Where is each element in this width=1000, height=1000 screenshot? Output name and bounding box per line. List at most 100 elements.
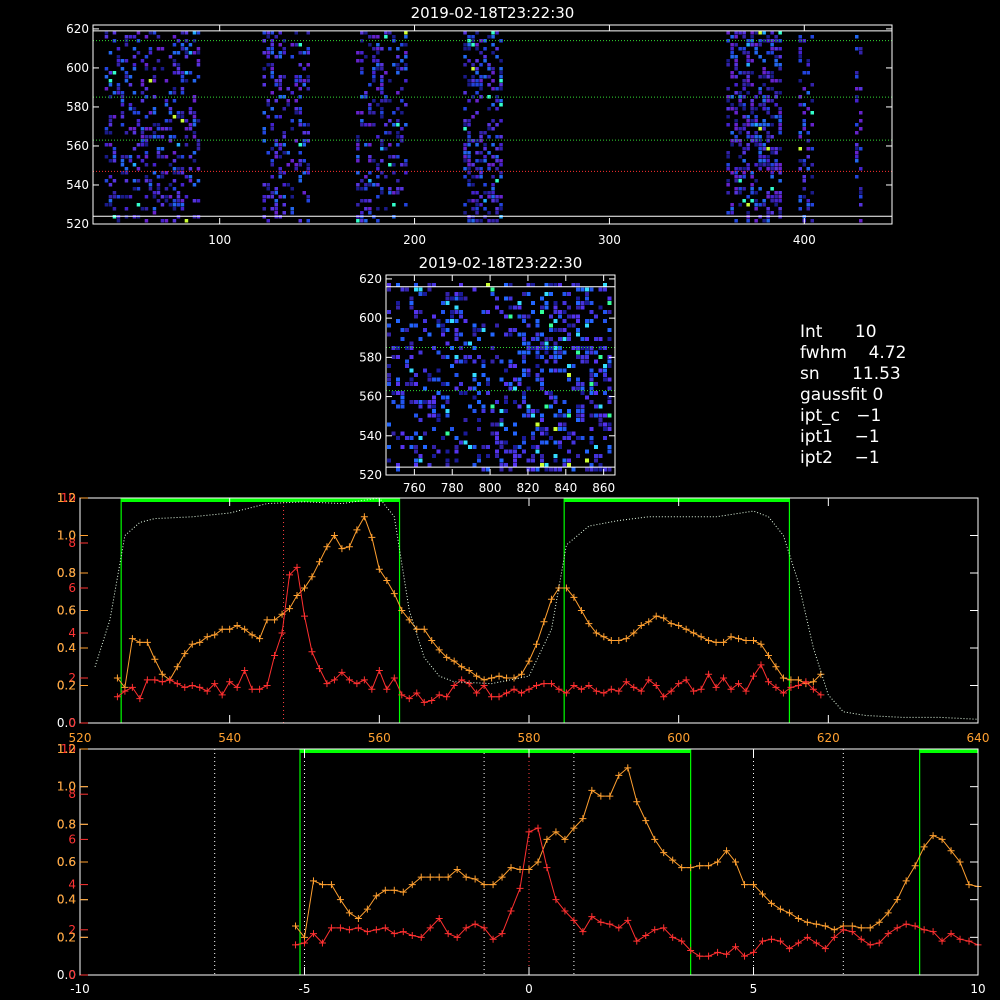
plus-marker: [893, 924, 901, 932]
pixel: [766, 111, 770, 115]
spectral-figure: 2019-02-18T23:22:30520540560580600620100…: [57, 4, 990, 996]
pixel: [463, 75, 467, 79]
pixel: [396, 123, 400, 127]
pixel: [140, 127, 145, 131]
y-tick-label: 0: [68, 968, 76, 982]
pixel: [495, 99, 499, 103]
pixel: [436, 319, 441, 323]
pixel: [124, 59, 129, 63]
pixel: [750, 99, 754, 103]
plus-marker: [345, 926, 353, 934]
pixel: [540, 341, 544, 346]
pixel: [132, 111, 137, 115]
pixel: [184, 51, 189, 55]
pixel: [758, 143, 762, 147]
pixel: [798, 199, 802, 203]
pixel: [750, 35, 754, 39]
pixel: [738, 143, 742, 147]
pixel: [278, 75, 282, 79]
pixel: [513, 431, 517, 436]
pixel: [364, 207, 368, 211]
pixel: [380, 67, 384, 71]
pixel: [364, 123, 368, 127]
pixel: [730, 143, 734, 147]
zoom-image-panel: 2019-02-18T23:22:30520540560580600620760…: [359, 254, 616, 495]
pixel: [116, 63, 121, 67]
pixel: [144, 175, 149, 179]
pixel: [576, 409, 580, 413]
pixel: [774, 103, 778, 107]
pixel: [423, 386, 427, 391]
pixel: [495, 135, 499, 139]
pixel: [531, 445, 535, 449]
pixel: [734, 107, 738, 111]
pixel: [112, 147, 117, 151]
pixel: [774, 203, 778, 207]
pixel: [540, 431, 544, 436]
pixel: [486, 445, 490, 449]
pixel: [368, 43, 372, 47]
pixel: [188, 167, 193, 171]
plus-marker: [363, 928, 371, 936]
pixel: [356, 51, 360, 55]
plus-marker: [794, 915, 802, 922]
pixel: [459, 310, 463, 314]
pixel: [479, 159, 483, 163]
plus-marker: [866, 924, 874, 932]
pixel: [475, 159, 479, 163]
pixel: [589, 368, 594, 373]
pixel: [730, 139, 734, 143]
pixel: [192, 131, 197, 135]
y-tick-label: 4: [68, 626, 76, 640]
pixel: [459, 296, 463, 301]
y-tick-label: 560: [66, 139, 89, 153]
pixel: [388, 191, 392, 195]
pixel: [766, 123, 770, 127]
pixel: [522, 413, 526, 418]
intensity-band: [262, 31, 310, 223]
pixel: [306, 51, 310, 55]
pixel: [504, 440, 508, 445]
pixel: [294, 99, 298, 103]
pixel: [192, 215, 197, 219]
pixel: [360, 71, 364, 75]
pixel: [806, 107, 810, 111]
pixel: [262, 51, 266, 55]
pixel: [778, 131, 782, 135]
pixel: [418, 337, 423, 341]
pixel: [603, 319, 607, 323]
x-tick-label: 800: [479, 481, 502, 495]
pixel: [549, 467, 553, 472]
pixel: [368, 111, 372, 115]
pixel: [774, 55, 778, 59]
pixel: [290, 211, 294, 215]
pixel: [172, 63, 177, 67]
pixel: [758, 147, 762, 151]
pixel: [766, 75, 770, 79]
pixel: [387, 458, 391, 463]
pixel: [184, 55, 189, 59]
pixel: [409, 400, 414, 404]
pixel: [770, 47, 774, 51]
pixel: [136, 179, 141, 183]
pixel: [392, 203, 396, 207]
pixel: [384, 35, 388, 39]
pixel: [409, 377, 414, 382]
pixel: [282, 131, 286, 135]
plus-marker: [354, 924, 362, 932]
pixel: [495, 147, 499, 151]
pixel: [467, 171, 471, 175]
pixel: [491, 67, 495, 71]
pixel: [535, 449, 540, 454]
pixel: [859, 191, 863, 195]
pixel: [467, 39, 471, 43]
pixel: [128, 103, 133, 107]
plus-marker: [372, 892, 380, 900]
pixel: [409, 296, 414, 301]
pixel: [859, 127, 863, 131]
pixel: [750, 183, 754, 187]
pixel: [427, 400, 432, 404]
pixel: [486, 467, 490, 472]
pixel: [576, 319, 580, 323]
zoom-pixels: [387, 283, 612, 472]
